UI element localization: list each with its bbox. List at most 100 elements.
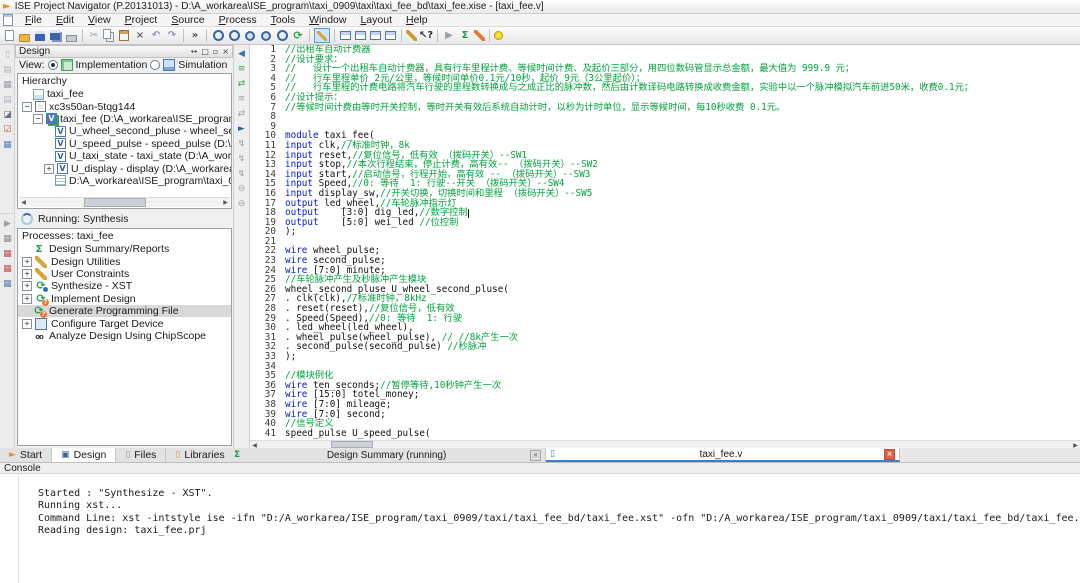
undock-panel-icon[interactable]: ▫ xyxy=(213,47,218,56)
open-file-icon[interactable] xyxy=(19,34,30,42)
reformat-icon[interactable]: ⇄ xyxy=(234,107,249,122)
process-item[interactable]: +Configure Target Device xyxy=(18,317,231,329)
editor-scroll-thumb[interactable] xyxy=(331,441,373,448)
menu-process[interactable]: Process xyxy=(212,14,264,27)
tab-libraries[interactable]: ▯Libraries xyxy=(166,448,234,462)
prev-marker-icon[interactable]: ↯ xyxy=(234,152,249,167)
hierarchy-item[interactable]: −xc3s50an-5tqg144 xyxy=(18,100,231,112)
editor-hscrollbar[interactable]: ◀ ▶ xyxy=(250,440,1080,448)
menu-help[interactable]: Help xyxy=(399,14,435,27)
float-panel-icon[interactable]: ↔ xyxy=(191,47,198,56)
table-view-icon[interactable]: ▦ xyxy=(0,138,15,153)
design-overview-icon[interactable]: ◪ xyxy=(0,108,15,123)
code-editor[interactable]: 1//出租车自动计费器2//设计要求：3// 设计一个出租车自动计费器，具有行车… xyxy=(250,45,1080,440)
design-summary-toolbar-icon[interactable]: Σ xyxy=(458,29,472,43)
save-icon[interactable] xyxy=(35,31,45,41)
document-window-icon[interactable] xyxy=(3,14,13,26)
bookmark-icon[interactable]: ► xyxy=(234,122,249,137)
editor-tab-design-summary-running-[interactable]: ΣDesign Summary (running)× xyxy=(230,448,546,462)
tab-files[interactable]: ▯Files xyxy=(116,448,166,462)
hierarchy-item[interactable]: taxi_fee xyxy=(18,88,231,100)
cascade-windows-icon[interactable] xyxy=(340,31,351,40)
zoom-out-icon[interactable] xyxy=(227,29,241,43)
process-item[interactable]: +Synthesize - XST xyxy=(18,280,231,292)
clear-markers-icon[interactable]: ↯ xyxy=(234,167,249,182)
zoom-box-icon[interactable] xyxy=(259,29,273,43)
hierarchy-item[interactable]: VU_taxi_state - taxi_state (D:\A_workare… xyxy=(18,150,231,162)
menu-source[interactable]: Source xyxy=(164,14,211,27)
process-item[interactable]: +User Constraints xyxy=(18,268,231,280)
menu-layout[interactable]: Layout xyxy=(353,14,399,27)
implementation-radio[interactable] xyxy=(48,60,58,70)
process-table-icon[interactable]: ▦ xyxy=(0,277,15,292)
new-source-icon[interactable]: ▯ xyxy=(0,48,15,63)
copy-icon[interactable] xyxy=(103,29,111,39)
implement-tool-icon[interactable] xyxy=(474,30,485,41)
navigate-back-icon[interactable]: ⊖ xyxy=(234,182,249,197)
tile-horizontal-icon[interactable] xyxy=(355,31,366,40)
scroll-right-icon[interactable]: ▶ xyxy=(221,198,230,207)
navigate-forward-icon[interactable]: ⊖ xyxy=(234,197,249,212)
tree-expander-icon[interactable]: − xyxy=(33,114,43,124)
check-syntax-icon[interactable]: ☑ xyxy=(0,123,15,138)
process-item[interactable]: Design Summary/Reports xyxy=(18,243,231,255)
tree-expander-icon[interactable]: + xyxy=(22,319,32,329)
process-item[interactable]: Analyze Design Using ChipScope xyxy=(18,330,231,342)
menu-view[interactable]: View xyxy=(81,14,118,27)
whats-this-help-icon[interactable]: ↖? xyxy=(419,29,433,43)
zoom-selection-icon[interactable] xyxy=(275,29,289,43)
next-marker-icon[interactable]: ↯ xyxy=(234,137,249,152)
scroll-left-icon[interactable]: ◀ xyxy=(19,198,28,207)
paste-icon[interactable] xyxy=(119,30,129,41)
tree-expander-icon[interactable]: − xyxy=(22,102,32,112)
run-process-strip-icon[interactable]: ▶ xyxy=(0,217,15,232)
editor-tab-taxi-fee-v[interactable]: ▯taxi_fee.v× xyxy=(546,448,900,462)
hierarchy-scroll-thumb[interactable] xyxy=(84,198,146,207)
tree-expander-icon[interactable]: + xyxy=(22,269,32,279)
tree-expander-icon[interactable]: + xyxy=(22,294,32,304)
outline-icon[interactable]: ≡ xyxy=(234,92,249,107)
menu-window[interactable]: Window xyxy=(302,14,353,27)
lightbulb-tip-icon[interactable] xyxy=(494,31,503,40)
hierarchy-view-icon[interactable]: ▦ xyxy=(0,78,15,93)
simulation-radio[interactable] xyxy=(150,60,160,70)
tile-vertical-icon[interactable] xyxy=(370,31,381,40)
close-panel-icon[interactable]: × xyxy=(222,47,229,56)
delete-icon[interactable]: × xyxy=(133,29,147,43)
goto-line-icon[interactable]: ≡ xyxy=(234,62,249,77)
process-item[interactable]: +Design Utilities xyxy=(18,255,231,267)
save-all-icon[interactable] xyxy=(50,30,60,40)
close-tab-icon[interactable]: × xyxy=(884,449,895,460)
hierarchy-item[interactable]: D:\A_workarea\ISE_program\taxi_0909\taxi… xyxy=(18,175,231,187)
tree-expander-icon[interactable]: + xyxy=(44,164,54,174)
zoom-full-view-icon[interactable] xyxy=(243,29,257,43)
snapshot-icon[interactable]: ▤ xyxy=(0,93,15,108)
menu-project[interactable]: Project xyxy=(118,14,165,27)
menu-tools[interactable]: Tools xyxy=(264,14,303,27)
new-file-icon[interactable] xyxy=(5,30,14,41)
process-item[interactable]: +Implement Design xyxy=(18,293,231,305)
zoom-in-icon[interactable] xyxy=(211,29,225,43)
hierarchy-item[interactable]: VU_speed_pulse - speed_pulse (D:\A_worka… xyxy=(18,138,231,150)
project-settings-icon[interactable] xyxy=(406,30,417,41)
close-tab-icon[interactable]: × xyxy=(530,450,541,461)
editor-scroll-right-icon[interactable]: ▶ xyxy=(1071,441,1080,448)
rerun-process-icon[interactable]: ▦ xyxy=(0,232,15,247)
toolbar-overflow-icon[interactable]: » xyxy=(188,29,202,43)
redo-icon[interactable]: ↷ xyxy=(165,29,179,43)
stop-process-icon[interactable]: ▦ xyxy=(0,262,15,277)
menu-edit[interactable]: Edit xyxy=(49,14,81,27)
collapse-editor-panel-icon[interactable]: ◀ xyxy=(234,47,249,62)
tree-expander-icon[interactable]: + xyxy=(22,257,32,267)
cut-icon[interactable]: ✂ xyxy=(87,29,101,43)
smartxplorer-icon[interactable] xyxy=(314,28,330,43)
refresh-view-icon[interactable] xyxy=(291,29,305,43)
rerun-all-icon[interactable]: ▦ xyxy=(0,247,15,262)
run-icon[interactable]: ▶ xyxy=(442,29,456,43)
dock-panel-icon[interactable]: □ xyxy=(201,47,209,56)
tree-expander-icon[interactable]: + xyxy=(22,281,32,291)
hierarchy-item[interactable]: +VU_display - display (D:\A_workarea\ISE… xyxy=(18,162,231,174)
arrange-windows-icon[interactable] xyxy=(385,31,396,40)
hierarchy-item[interactable]: VU_wheel_second_pluse - wheel_second_plu… xyxy=(18,125,231,137)
hierarchy-hscrollbar[interactable]: ◀ ▶ xyxy=(19,197,230,207)
